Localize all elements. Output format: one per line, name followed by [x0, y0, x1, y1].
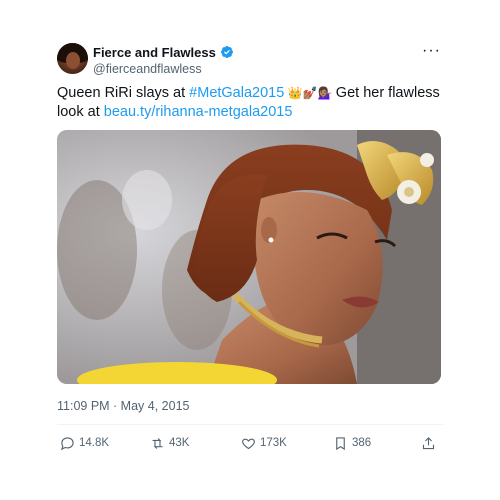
- more-options-icon[interactable]: ···: [422, 43, 441, 59]
- reply-button[interactable]: 14.8K: [60, 432, 109, 454]
- retweet-count: 43K: [169, 437, 190, 449]
- author-names: Fierce and Flawless @fierceandflawless: [93, 44, 234, 76]
- tweet-text-part1: Queen RiRi slays at: [57, 85, 190, 101]
- author-display-name[interactable]: Fierce and Flawless: [93, 45, 216, 60]
- url-link[interactable]: beau.ty/rihanna-metgala2015: [104, 104, 293, 120]
- tweet-actions: 14.8K 43K 173K 386: [57, 432, 443, 456]
- author-avatar[interactable]: [57, 43, 88, 74]
- heart-icon: [242, 438, 255, 449]
- bookmark-button[interactable]: 386: [333, 432, 371, 454]
- reply-count: 14.8K: [79, 437, 110, 449]
- tweet-media-photo[interactable]: [57, 130, 441, 384]
- reply-icon: [60, 436, 74, 450]
- share-icon: [422, 436, 435, 449]
- divider: [57, 424, 443, 425]
- hashtag-link[interactable]: #MetGala2015: [189, 85, 284, 101]
- verified-badge-icon: [220, 46, 233, 58]
- photo-illustration: [57, 130, 441, 384]
- author-handle[interactable]: @fierceandflawless: [93, 62, 234, 76]
- like-count: 173K: [260, 437, 287, 449]
- tweet-emojis: 👑💅🏽💁🏽‍♀️: [284, 86, 336, 100]
- tweet-text: Queen RiRi slays at #MetGala2015 👑💅🏽💁🏽‍♀…: [57, 84, 447, 122]
- retweet-icon: [152, 437, 163, 449]
- like-button[interactable]: 173K: [241, 432, 287, 454]
- tweet-timestamp[interactable]: 11:09 PM · May 4, 2015: [57, 399, 189, 413]
- bookmark-icon: [336, 436, 345, 450]
- tweet-header: Fierce and Flawless @fierceandflawless ·…: [57, 40, 443, 80]
- share-button[interactable]: [421, 432, 436, 454]
- tweet-card[interactable]: Fierce and Flawless @fierceandflawless ·…: [57, 40, 443, 450]
- bookmark-count: 386: [352, 437, 372, 449]
- retweet-button[interactable]: 43K: [150, 432, 189, 454]
